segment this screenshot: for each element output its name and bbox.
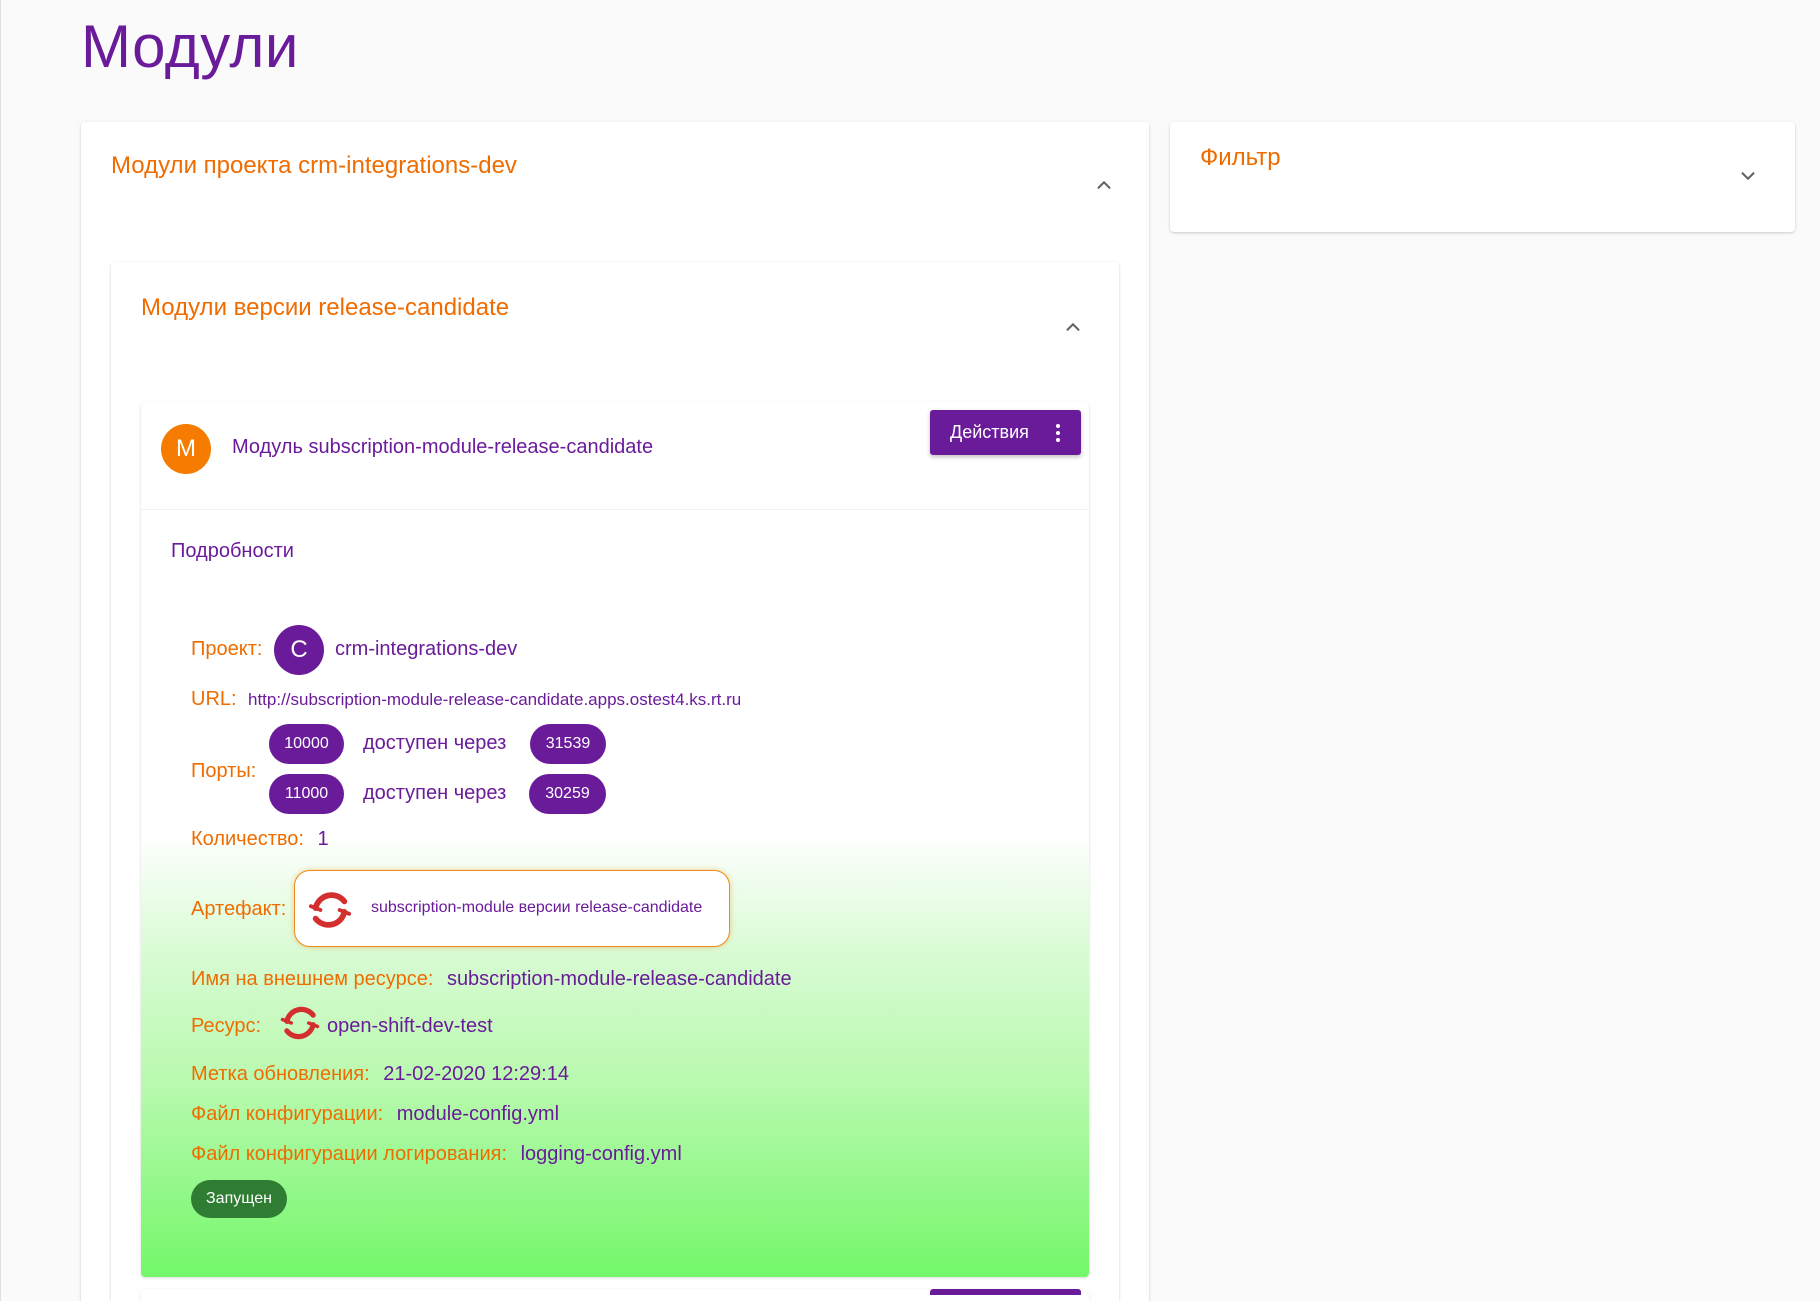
ports-row: Порты:: [191, 760, 256, 783]
project-label: Проект:: [191, 638, 263, 660]
project-value[interactable]: crm-integrations-dev: [335, 638, 517, 660]
count-value: 1: [317, 828, 329, 850]
external-name-row: Имя на внешнем ресурсе: subscription-mod…: [191, 968, 792, 991]
module-avatar: M: [161, 424, 211, 474]
collapse-version-chevron-up-icon[interactable]: [1062, 316, 1084, 338]
page-title: Модули: [81, 13, 299, 80]
version-panel-title[interactable]: Модули версии release-candidate: [141, 294, 509, 322]
actions-button[interactable]: Действия: [930, 410, 1081, 455]
artifact-chip[interactable]: subscription-module версии release-candi…: [294, 870, 730, 947]
more-vertical-icon: [1055, 422, 1061, 444]
config-file-row: Файл конфигурации: module-config.yml: [191, 1103, 559, 1126]
resource-value[interactable]: open-shift-dev-test: [327, 1015, 493, 1037]
project-avatar: C: [274, 625, 324, 675]
config-file-label: Файл конфигурации:: [191, 1103, 384, 1125]
details-title[interactable]: Подробности: [171, 540, 294, 563]
resource-value-wrap: open-shift-dev-test: [327, 1015, 493, 1038]
actions-button-label: Действия: [950, 422, 1029, 442]
external-name-value: subscription-module-release-candidate: [446, 968, 792, 990]
project-panel-title[interactable]: Модули проекта crm-integrations-dev: [111, 152, 517, 180]
project-modules-panel: Модули проекта crm-integrations-dev Моду…: [81, 122, 1149, 1301]
ports-label: Порты:: [191, 760, 257, 782]
next-actions-button[interactable]: [930, 1289, 1081, 1295]
filter-panel[interactable]: Фильтр: [1170, 122, 1795, 232]
resource-row: Ресурс:: [191, 1015, 261, 1038]
url-label: URL:: [191, 688, 237, 710]
artifact-row: Артефакт:: [191, 898, 286, 921]
project-value-wrap: crm-integrations-dev: [335, 638, 517, 661]
port-via-text: доступен через: [363, 782, 507, 804]
project-row: Проект:: [191, 638, 262, 661]
module-title: Модуль subscription-module-release-candi…: [232, 436, 654, 458]
port-via-text: доступен через: [363, 732, 507, 754]
module-details: Подробности Проект: C crm-integrations-d…: [141, 510, 1089, 1277]
expand-filter-chevron-down-icon[interactable]: [1737, 165, 1759, 187]
filter-panel-title[interactable]: Фильтр: [1200, 144, 1281, 172]
config-file-value[interactable]: module-config.yml: [397, 1103, 559, 1125]
count-row: Количество: 1: [191, 828, 329, 851]
port-chip[interactable]: 11000: [269, 774, 344, 814]
port-chip[interactable]: 10000: [269, 724, 344, 764]
url-value-wrap: http://subscription-module-release-candi…: [248, 690, 741, 710]
external-port-chip[interactable]: 30259: [529, 774, 606, 814]
logging-config-label: Файл конфигурации логирования:: [191, 1143, 508, 1165]
update-mark-label: Метка обновления:: [191, 1063, 370, 1085]
logging-config-row: Файл конфигурации логирования: logging-c…: [191, 1143, 682, 1166]
external-name-label: Имя на внешнем ресурсе:: [191, 968, 434, 990]
logging-config-value[interactable]: logging-config.yml: [521, 1143, 682, 1165]
collapse-project-chevron-up-icon[interactable]: [1093, 174, 1115, 196]
count-label: Количество:: [191, 828, 304, 850]
url-link[interactable]: http://subscription-module-release-candi…: [248, 690, 741, 709]
artifact-value: subscription-module версии release-candi…: [371, 899, 703, 916]
url-row: URL:: [191, 688, 237, 711]
update-mark-row: Метка обновления: 21-02-2020 12:29:14: [191, 1063, 569, 1086]
status-badge: Запущен: [191, 1180, 287, 1218]
version-modules-panel: Модули версии release-candidate M Модуль…: [111, 262, 1119, 1301]
artifact-label: Артефакт:: [191, 898, 287, 920]
external-port-chip[interactable]: 31539: [530, 724, 606, 764]
update-mark-value: 21-02-2020 12:29:14: [383, 1063, 569, 1085]
module-card: M Модуль subscription-module-release-can…: [141, 402, 1089, 1277]
openshift-icon: [280, 1006, 320, 1040]
page-left-border: [0, 0, 1, 1301]
next-module-card: [141, 1289, 1089, 1301]
openshift-icon: [308, 892, 352, 928]
resource-label: Ресурс:: [191, 1015, 262, 1037]
module-card-header: M Модуль subscription-module-release-can…: [141, 402, 1089, 510]
